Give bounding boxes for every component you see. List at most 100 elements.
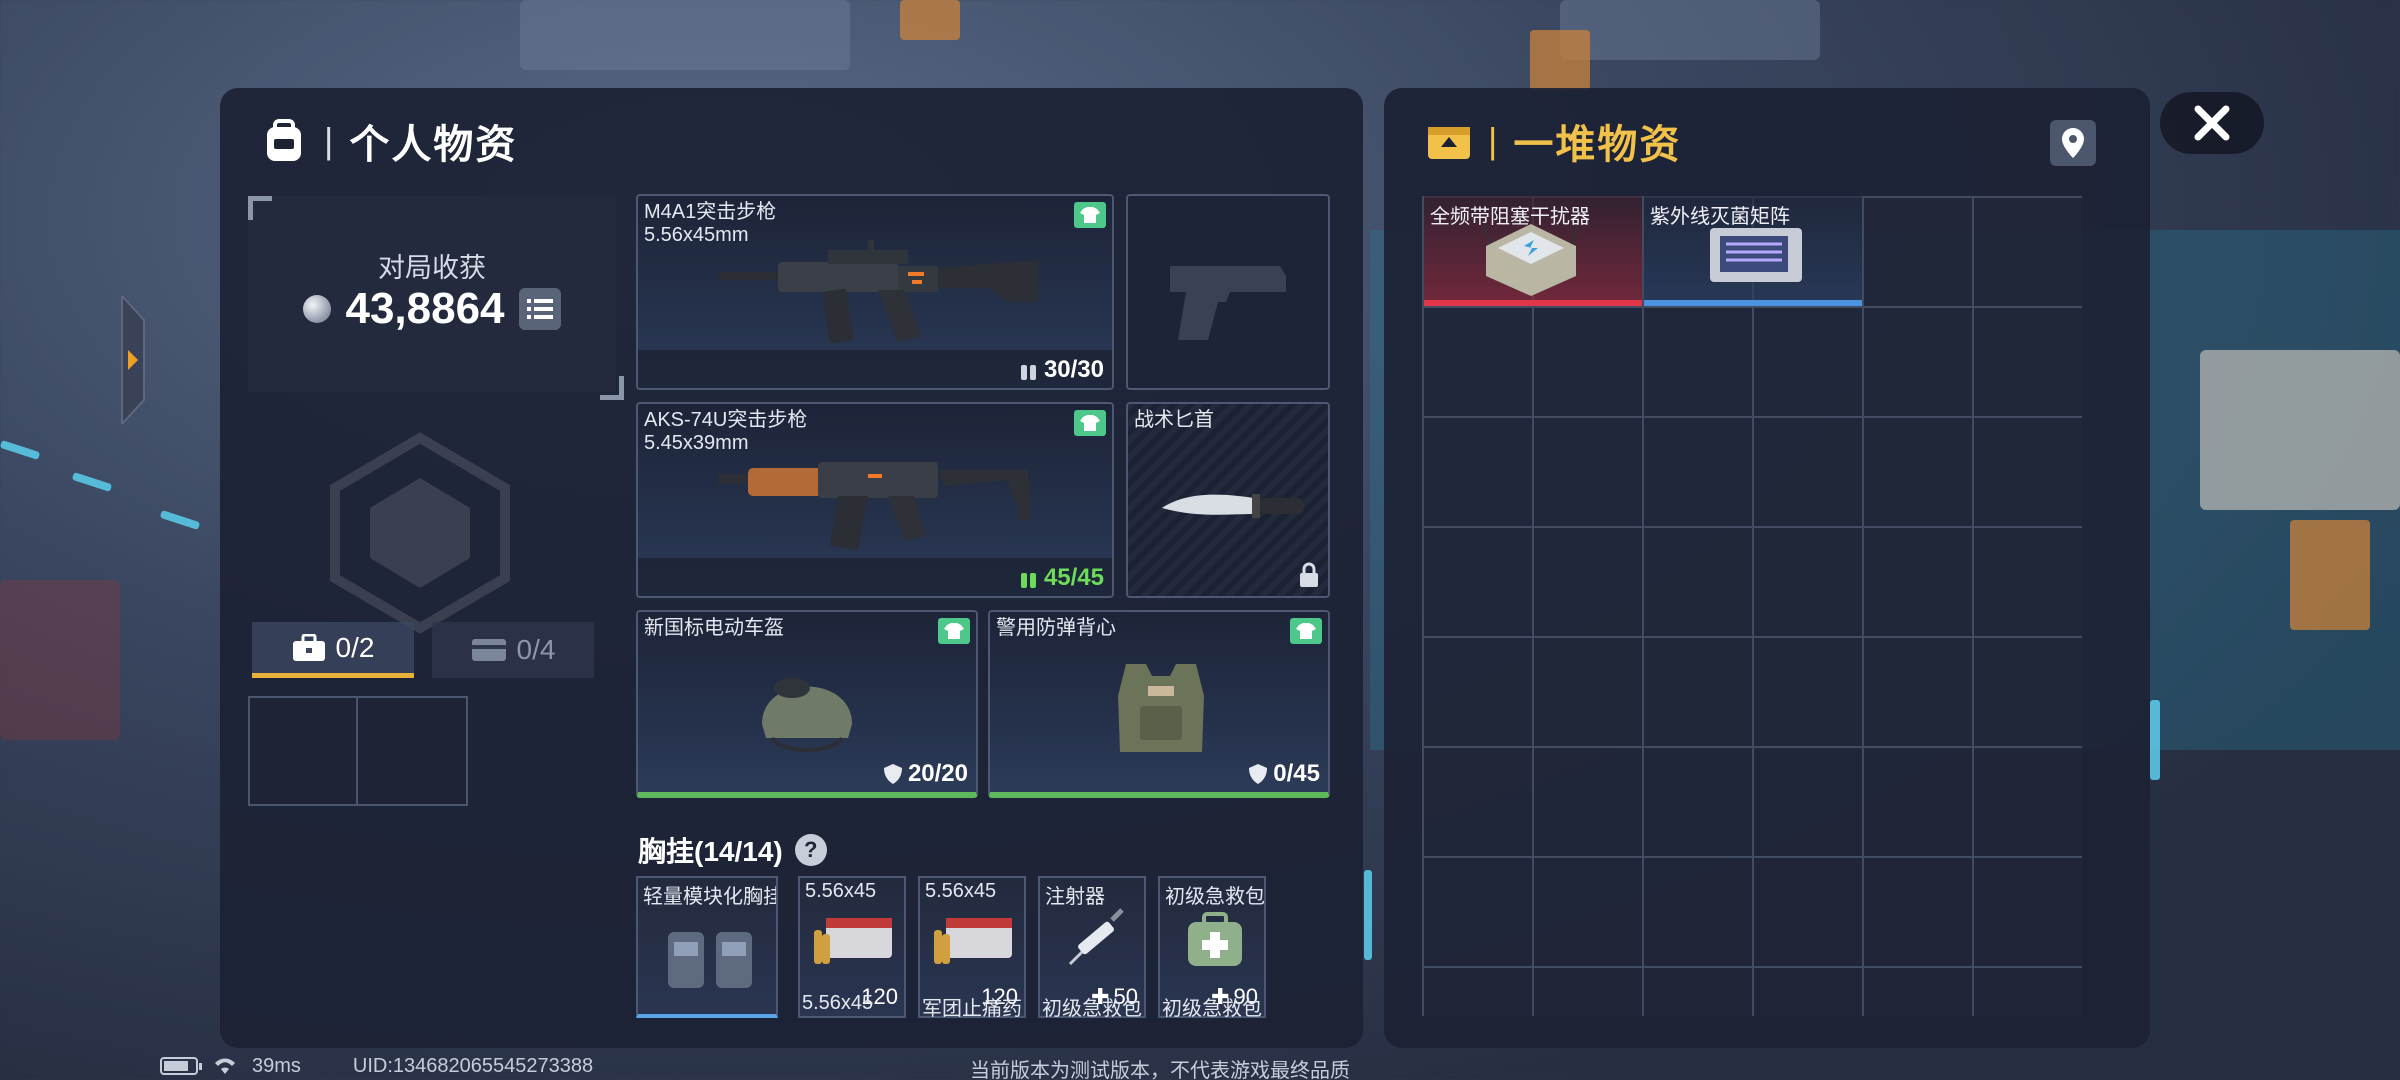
loot-grid-cell[interactable] [1754, 308, 1864, 418]
loot-grid-cell[interactable] [1974, 308, 2082, 418]
melee-slot[interactable]: 战术匕首 [1126, 402, 1330, 598]
loot-grid-cell[interactable] [1864, 528, 1974, 638]
secure-case-grid[interactable] [248, 696, 468, 806]
loot-grid-cell[interactable] [1754, 968, 1864, 1016]
ammo-icon [1020, 573, 1036, 588]
list-icon [526, 299, 553, 319]
loot-grid-cell[interactable] [1754, 418, 1864, 528]
ammo-box-image [814, 918, 892, 964]
loot-grid-cell[interactable] [1974, 198, 2082, 308]
loot-grid-cell[interactable] [1644, 308, 1754, 418]
secure-case-cell[interactable] [358, 698, 466, 804]
durability-count: 0/45 [1249, 760, 1320, 788]
close-icon [2194, 105, 2230, 141]
m4a1-rifle-image [718, 240, 1038, 344]
loot-grid-cell[interactable] [1424, 968, 1534, 1016]
helmet-slot[interactable]: 新国标电动车盔 20/20 [636, 610, 978, 798]
loot-grid-cell[interactable] [1864, 968, 1974, 1016]
loot-grid-cell[interactable] [1864, 198, 1974, 308]
help-icon[interactable]: ? [794, 834, 827, 866]
chest-rig-header: 胸挂(14/14) ? [638, 830, 827, 870]
equipped-tag-icon [1290, 618, 1322, 644]
loot-grid-cell[interactable] [1424, 858, 1534, 968]
loot-grid-cell[interactable] [1864, 418, 1974, 528]
loot-grid-cell[interactable] [1754, 528, 1864, 638]
loot-item[interactable]: 全频带阻塞干扰器 [1424, 196, 1642, 306]
loot-grid-cell[interactable] [1974, 858, 2082, 968]
loot-item[interactable]: 紫外线灭菌矩阵 [1644, 196, 1862, 306]
loot-grid-cell[interactable] [1534, 968, 1644, 1016]
loot-grid-cell[interactable] [1974, 528, 2082, 638]
loot-grid-cell[interactable] [1644, 418, 1754, 528]
wifi-icon [215, 1058, 235, 1074]
status-bar: 39ms UID:134682065545273388 [160, 1052, 593, 1080]
item-name: 5.56x45 [805, 880, 877, 902]
loot-grid-cell[interactable] [1424, 748, 1534, 858]
loot-grid-cell[interactable] [1424, 418, 1534, 528]
ping-value: 39ms [252, 1054, 301, 1077]
loot-grid-cell[interactable] [1754, 638, 1864, 748]
close-button[interactable] [2160, 92, 2264, 154]
map-pin-icon [2062, 128, 2084, 158]
ammo-icon [1020, 365, 1036, 380]
loot-grid-cell[interactable] [1534, 638, 1644, 748]
ammo-count: 30/30 [1020, 356, 1104, 384]
item-name: 5.56x45 [925, 880, 997, 902]
loot-grid-cell[interactable] [1754, 858, 1864, 968]
item-name: 初级急救包 [1165, 886, 1265, 908]
uv-sterilizer-image [1710, 228, 1802, 282]
harvest-details-button[interactable] [518, 288, 561, 330]
loot-grid-cell[interactable] [1974, 968, 2082, 1016]
helmet-image [762, 678, 852, 752]
loot-grid-cell[interactable] [1534, 748, 1644, 858]
item-name: 注射器 [1045, 886, 1105, 908]
equipped-tag-icon [938, 618, 970, 644]
loot-grid-cell[interactable] [1534, 308, 1644, 418]
loot-grid-cell[interactable] [1644, 528, 1754, 638]
loot-grid-cell[interactable] [1534, 528, 1644, 638]
loot-grid-cell[interactable] [1864, 638, 1974, 748]
ammo-count: 45/45 [1020, 564, 1104, 592]
loot-grid-cell[interactable] [1424, 638, 1534, 748]
tab-secure-case[interactable]: 0/2 [252, 622, 414, 678]
loot-grid-cell[interactable] [1864, 308, 1974, 418]
shield-icon [1249, 764, 1268, 784]
loot-grid-cell[interactable] [1754, 748, 1864, 858]
loot-grid-cell[interactable] [1864, 748, 1974, 858]
syringe-image [1068, 908, 1124, 966]
tab-card-holder[interactable]: 0/4 [432, 622, 594, 678]
loot-grid-cell[interactable] [1974, 638, 2082, 748]
secondary-weapon-slot[interactable]: AKS-74U突击步枪 5.45x39mm 45/45 [636, 402, 1114, 598]
loot-grid-cell[interactable] [1424, 308, 1534, 418]
harvest-value: 43,8864 [345, 284, 505, 333]
loot-grid-cell[interactable] [1974, 418, 2082, 528]
next-item-name: 初级急救包 [1042, 998, 1142, 1020]
battery-icon [160, 1057, 202, 1075]
sidearm-slot-empty[interactable] [1126, 194, 1330, 390]
loot-grid-cell[interactable] [1534, 858, 1644, 968]
pistol-placeholder-icon [1170, 266, 1286, 340]
loot-grid-cell[interactable] [1644, 638, 1754, 748]
match-harvest-box: 对局收获 43,8864 [248, 196, 624, 400]
body-armor-slot[interactable]: 警用防弹背心 0/45 [988, 610, 1330, 798]
ammo-box-image [934, 918, 1012, 964]
lock-icon [1300, 562, 1318, 587]
loot-grid-cell[interactable] [1534, 418, 1644, 528]
side-drawer-toggle[interactable] [118, 293, 148, 427]
loot-grid-cell[interactable] [1644, 858, 1754, 968]
harvest-label: 对局收获 [378, 253, 486, 283]
first-aid-kit-image [1188, 912, 1242, 966]
secure-case-cell[interactable] [250, 698, 358, 804]
loot-grid-cell[interactable] [1974, 748, 2082, 858]
loot-grid-cell[interactable] [1644, 748, 1754, 858]
item-name: 紫外线灭菌矩阵 [1650, 206, 1790, 228]
loot-grid-cell[interactable] [1644, 968, 1754, 1016]
chest-rig-name: 轻量模块化胸挂 [643, 886, 778, 908]
loot-grid-cell[interactable] [1424, 528, 1534, 638]
chest-rig-slot[interactable]: 轻量模块化胸挂 [636, 876, 778, 1018]
primary-weapon-slot[interactable]: M4A1突击步枪 5.56x45mm 30/30 [636, 194, 1114, 390]
loot-grid-cell[interactable] [1864, 858, 1974, 968]
rarity-bar-blue [1644, 300, 1862, 306]
locate-button[interactable] [2050, 120, 2096, 166]
loot-grid[interactable] [1422, 196, 2082, 1016]
